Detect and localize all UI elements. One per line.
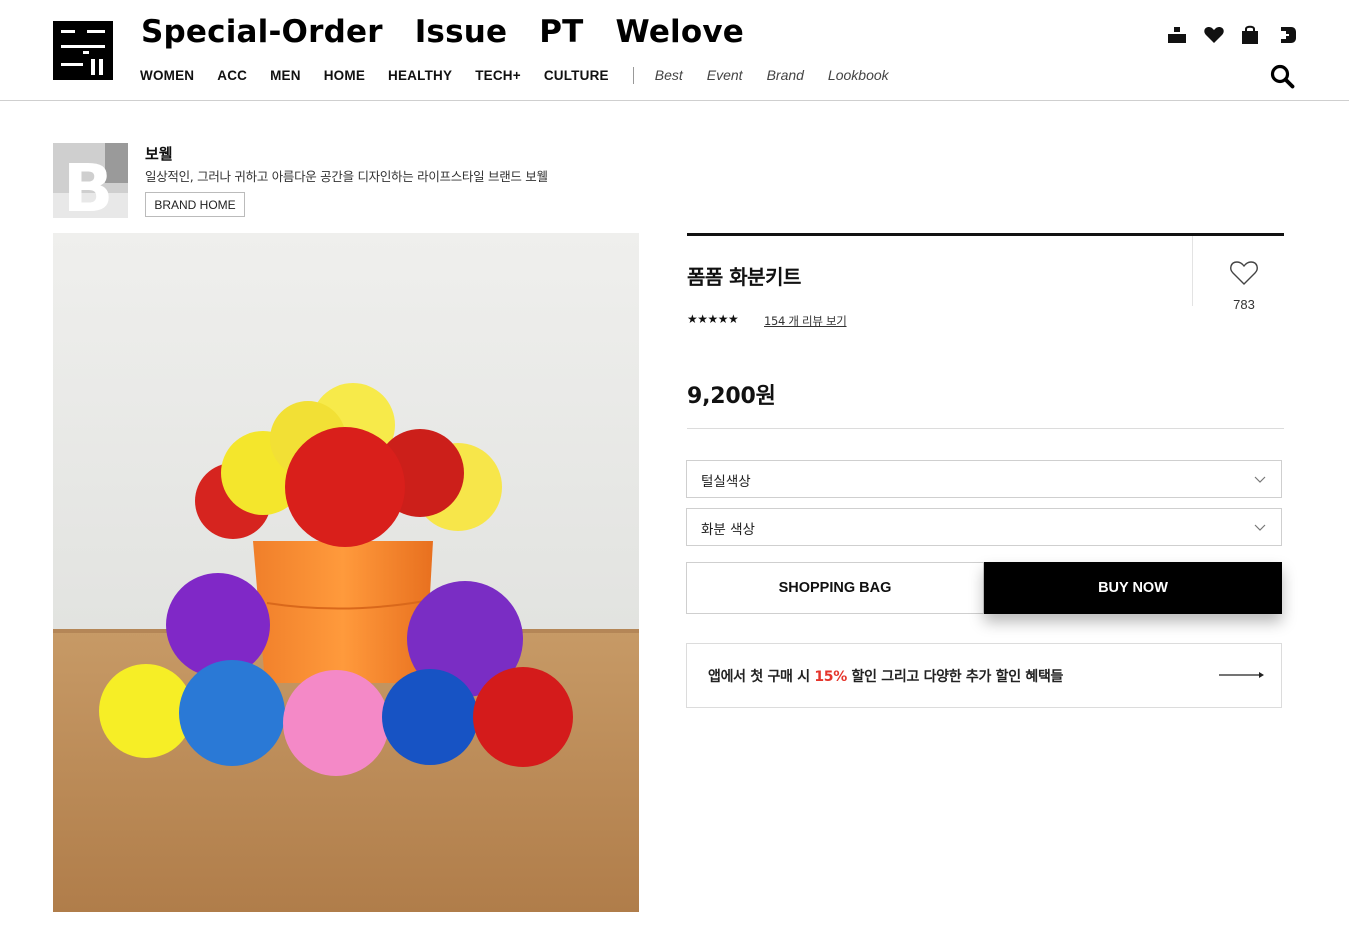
brand-name[interactable]: 보웰 [145,143,173,164]
yarn-color-select[interactable]: 털실색상 [686,460,1282,498]
top-link-pt[interactable]: PT [539,14,583,54]
pot-color-select[interactable]: 화분 색상 [686,508,1282,546]
product-title: 폼폼 화분키트 [687,265,801,289]
product-price: 9,200원 [687,384,776,409]
nav-sub-brand[interactable]: Brand [767,67,804,83]
site-header: Special-Order Issue PT Welove WOMEN ACC … [0,0,1349,101]
nav-item-home[interactable]: HOME [324,68,365,83]
promo-text-after: 할인 그리고 다양한 추가 할인 혜택들 [846,669,1064,685]
brand-thumb-letter: B [63,150,113,218]
nav-item-healthy[interactable]: HEALTHY [388,68,452,83]
top-links: Special-Order Issue PT Welove [141,14,776,54]
header-icons [1166,24,1300,48]
wishlist-heart-icon[interactable] [1203,24,1225,46]
app-promo-banner[interactable]: 앱에서 첫 구매 시 15% 할인 그리고 다양한 추가 할인 혜택들 [686,643,1282,708]
top-link-issue[interactable]: Issue [415,14,508,54]
rating-stars: ★★★★★ [687,312,739,326]
shopping-bag-button[interactable]: SHOPPING BAG [686,562,984,614]
arrow-right-icon [1219,672,1264,678]
shopping-bag-icon[interactable] [1239,24,1261,46]
brand-description: 일상적인, 그러나 귀하고 아름다운 공간을 디자인하는 라이프스타일 브랜드 … [145,169,548,184]
wish-divider [1192,236,1193,306]
price-divider [687,428,1284,429]
site-logo[interactable] [53,21,113,80]
chevron-down-icon [1254,476,1266,483]
promo-discount: 15% [814,669,847,685]
nav-item-acc[interactable]: ACC [217,68,247,83]
buy-now-button[interactable]: BUY NOW [984,562,1282,614]
product-image[interactable] [53,233,639,912]
promo-text-before: 앱에서 첫 구매 시 [708,669,815,685]
brand-home-button[interactable]: BRAND HOME [145,192,245,217]
nav-item-women[interactable]: WOMEN [140,68,194,83]
like-count: 783 [1233,297,1255,312]
top-link-welove[interactable]: Welove [616,14,744,54]
nav-item-men[interactable]: MEN [270,68,301,83]
pot-color-select-label: 화분 색상 [701,522,755,538]
yarn-color-select-label: 털실색상 [701,474,751,490]
info-top-rule [687,233,1284,236]
review-link[interactable]: 154 개 리뷰 보기 [764,313,847,329]
nav-item-tech[interactable]: TECH+ [475,68,521,83]
nav-divider [632,66,634,84]
search-icon[interactable] [1269,63,1295,89]
brand-thumbnail[interactable]: B [53,143,128,218]
category-nav: WOMEN ACC MEN HOME HEALTHY TECH+ CULTURE… [140,66,913,84]
nav-item-culture[interactable]: CULTURE [544,68,609,83]
like-heart-icon[interactable] [1229,259,1259,287]
promo-text: 앱에서 첫 구매 시 15% 할인 그리고 다양한 추가 할인 혜택들 [708,666,1063,686]
logout-icon[interactable] [1276,24,1298,46]
nav-sub-best[interactable]: Best [655,67,683,83]
nav-sub-lookbook[interactable]: Lookbook [828,67,889,83]
chevron-down-icon [1254,524,1266,531]
nav-sub-event[interactable]: Event [707,67,743,83]
top-link-special-order[interactable]: Special-Order [141,14,383,54]
my-page-icon[interactable] [1166,24,1188,46]
